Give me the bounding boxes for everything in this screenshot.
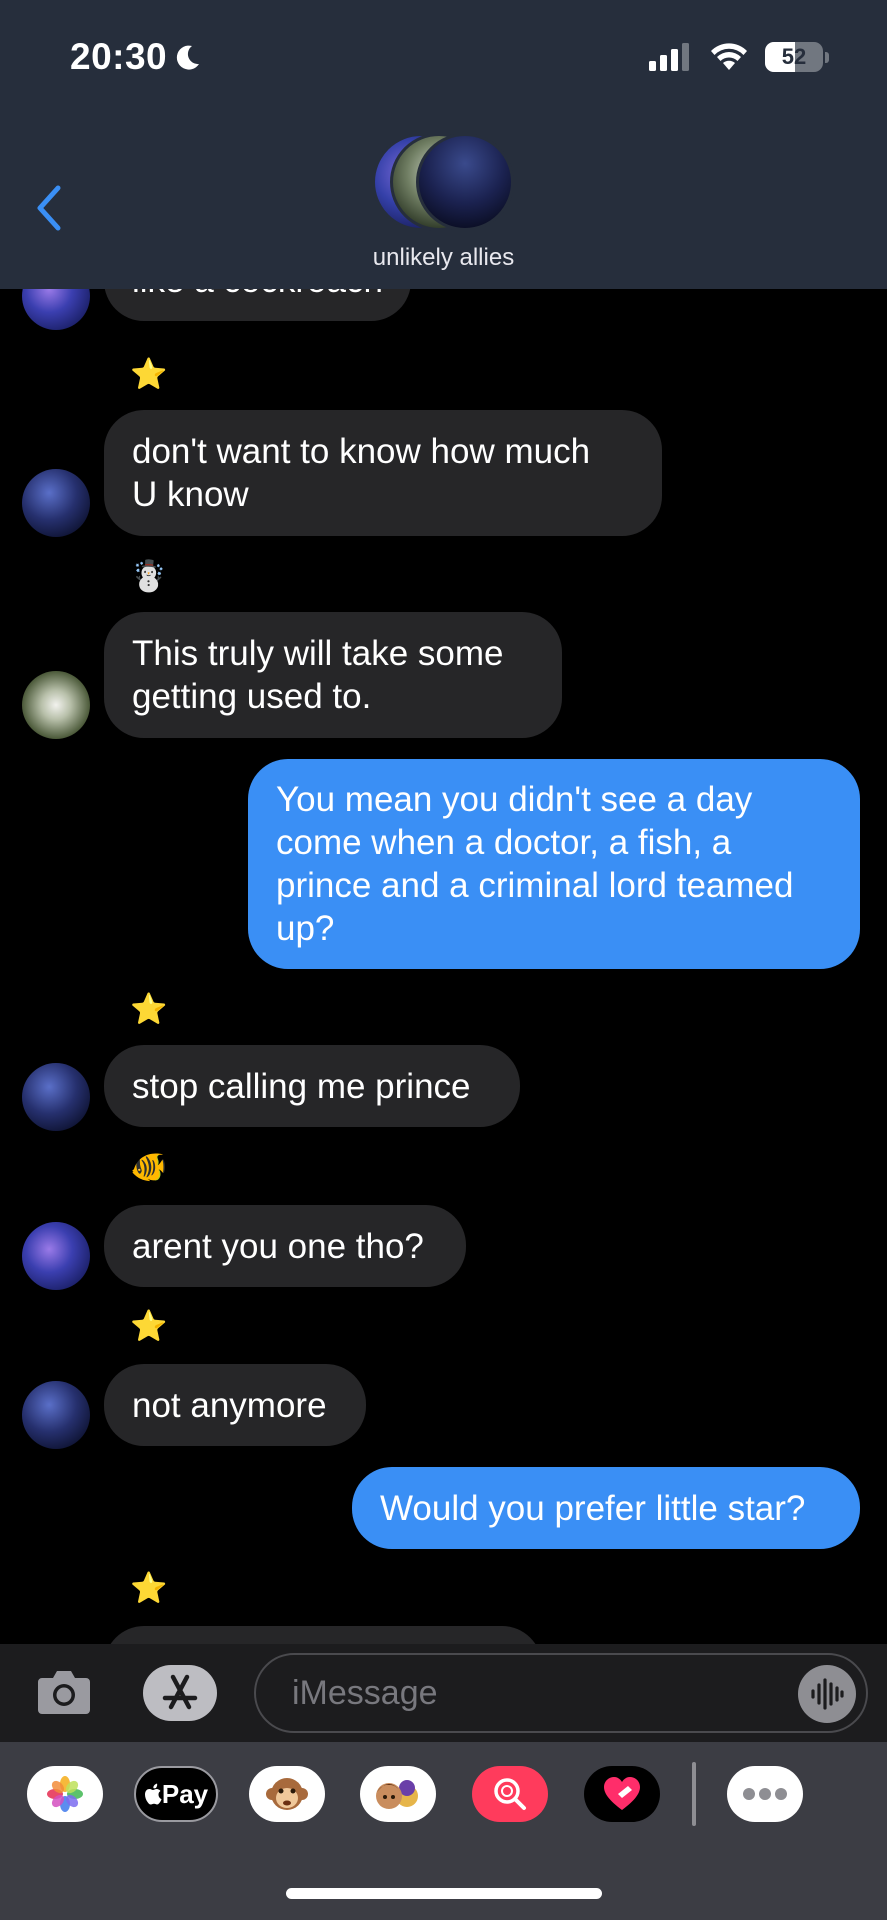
message-input[interactable]: iMessage bbox=[254, 1653, 868, 1733]
home-indicator[interactable] bbox=[286, 1888, 602, 1899]
message-bubble-incoming[interactable]: arent you one tho? bbox=[104, 1205, 466, 1287]
sender-emoji: ☃️ bbox=[130, 560, 168, 593]
message-bubble-incoming[interactable] bbox=[104, 1626, 542, 1644]
message-text: stop calling me prince bbox=[132, 1066, 471, 1106]
avatar[interactable] bbox=[22, 1063, 90, 1131]
moon-icon bbox=[177, 45, 200, 70]
avatar[interactable] bbox=[22, 671, 90, 739]
avatar[interactable] bbox=[22, 469, 90, 537]
message-text: don't want to know how much U know bbox=[132, 432, 591, 514]
battery-indicator: 52 bbox=[765, 42, 823, 72]
image-search-app-button[interactable] bbox=[472, 1766, 548, 1822]
member-avatar-sky bbox=[416, 133, 514, 231]
message-text: like a cockroach bbox=[132, 289, 383, 302]
group-name[interactable]: unlikely allies bbox=[0, 244, 887, 272]
voice-message-button[interactable] bbox=[798, 1665, 856, 1723]
heart-sticker-app-button[interactable] bbox=[584, 1766, 660, 1822]
avatar[interactable] bbox=[22, 289, 90, 330]
drawer-separator bbox=[692, 1762, 696, 1826]
cellular-signal-icon bbox=[649, 43, 689, 71]
message-bubble-incoming[interactable]: This truly will take some getting used t… bbox=[104, 612, 562, 738]
more-apps-button[interactable] bbox=[727, 1766, 803, 1822]
message-bubble-incoming[interactable]: don't want to know how much U know bbox=[104, 410, 662, 536]
app-store-button[interactable] bbox=[143, 1665, 217, 1721]
heart-sticker-icon bbox=[604, 1777, 640, 1810]
image-search-icon bbox=[494, 1778, 526, 1810]
message-text: arent you one tho? bbox=[132, 1226, 424, 1266]
apple-pay-label: Pay bbox=[161, 1778, 209, 1809]
avatar[interactable] bbox=[22, 1381, 90, 1449]
status-indicators: 52 bbox=[649, 42, 829, 72]
camera-icon bbox=[38, 1671, 90, 1714]
message-bubble-outgoing[interactable]: You mean you didn't see a day come when … bbox=[248, 759, 860, 969]
memoji-app-button[interactable] bbox=[360, 1766, 436, 1822]
chevron-left-icon bbox=[37, 185, 61, 231]
sender-emoji: ⭐ bbox=[130, 358, 168, 391]
sender-emoji: ⭐ bbox=[130, 1310, 168, 1343]
message-bubble-incoming[interactable]: stop calling me prince bbox=[104, 1045, 520, 1127]
message-text: not anymore bbox=[132, 1385, 327, 1425]
message-text: Would you prefer little star? bbox=[380, 1488, 806, 1528]
avatar[interactable] bbox=[22, 1222, 90, 1290]
message-bubble-incoming[interactable]: not anymore bbox=[104, 1364, 366, 1446]
conversation-header: 20:30 52 unlikely allies bbox=[0, 0, 887, 289]
apple-pay-button[interactable]: Pay bbox=[134, 1766, 218, 1822]
message-input-placeholder: iMessage bbox=[292, 1674, 438, 1712]
message-bubble-outgoing[interactable]: Would you prefer little star? bbox=[352, 1467, 860, 1549]
group-avatar-stack[interactable] bbox=[372, 133, 514, 231]
memoji-icon bbox=[376, 1780, 418, 1809]
animoji-icon bbox=[266, 1778, 308, 1810]
battery-percent: 52 bbox=[781, 44, 807, 69]
message-text: You mean you didn't see a day come when … bbox=[276, 780, 794, 948]
sender-emoji: 🐠 bbox=[130, 1151, 168, 1184]
more-icon bbox=[743, 1788, 787, 1800]
compose-bar: iMessage bbox=[0, 1644, 887, 1742]
clock-text: 20:30 bbox=[70, 36, 168, 77]
animoji-app-button[interactable] bbox=[249, 1766, 325, 1822]
app-store-icon bbox=[162, 1674, 198, 1710]
wifi-icon bbox=[711, 43, 747, 70]
back-button[interactable] bbox=[34, 180, 74, 236]
message-bubble-incoming[interactable]: like a cockroach bbox=[104, 289, 411, 321]
message-text: This truly will take some getting used t… bbox=[132, 634, 504, 716]
message-list[interactable]: like a cockroach ⭐ don't want to know ho… bbox=[0, 289, 887, 1644]
status-time: 20:30 bbox=[70, 36, 203, 78]
apple-pay-icon bbox=[144, 1783, 162, 1805]
photos-app-button[interactable] bbox=[27, 1766, 103, 1822]
photos-icon bbox=[47, 1776, 83, 1812]
sender-emoji: ⭐ bbox=[130, 993, 168, 1026]
sender-emoji: ⭐ bbox=[130, 1572, 168, 1605]
waveform-icon bbox=[811, 1678, 844, 1710]
camera-button[interactable] bbox=[36, 1666, 92, 1718]
